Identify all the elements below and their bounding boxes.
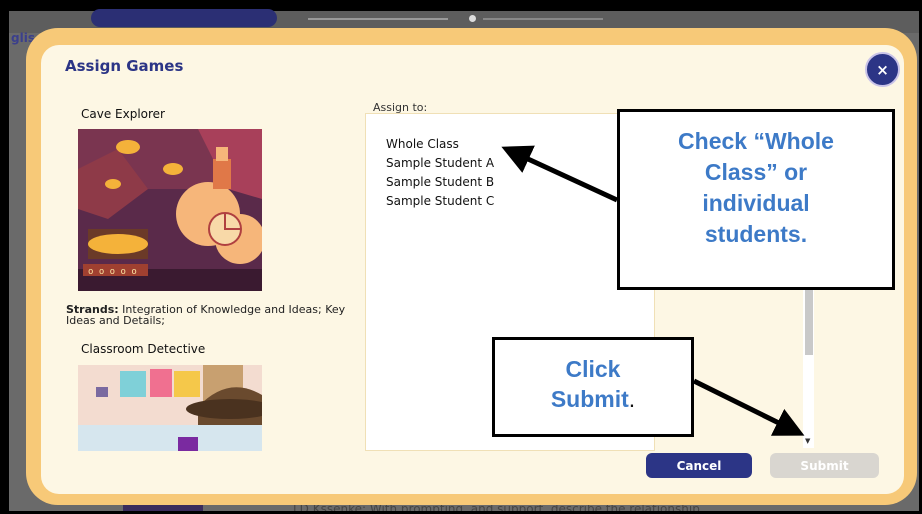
background-divider (308, 18, 448, 20)
background-nav-pill (91, 9, 277, 27)
cave-explorer-art: o o o o o (78, 129, 262, 291)
callout-check-whole-class: Check “Whole Class” or individual studen… (617, 109, 895, 290)
game-title-cave-explorer: Cave Explorer (81, 107, 165, 121)
modal-title: Assign Games (65, 57, 184, 75)
classroom-detective-art (78, 365, 262, 451)
close-icon: × (876, 60, 889, 79)
screenshot-frame: glis LD.Kssenke: With prompting, and sup… (0, 0, 922, 514)
callout-submit-word: Submit (550, 386, 629, 412)
callout-click-submit: Click Submit. (492, 337, 694, 437)
assign-option-student-b[interactable]: Sample Student B (386, 175, 494, 189)
background-divider (483, 18, 603, 20)
callout-line: Class” or (704, 159, 808, 185)
close-button[interactable]: × (865, 52, 900, 87)
cancel-button[interactable]: Cancel (646, 453, 752, 478)
scrollbar-thumb[interactable] (805, 285, 813, 355)
callout-line: students. (704, 221, 808, 247)
assign-option-student-a[interactable]: Sample Student A (386, 156, 494, 170)
scroll-down-icon[interactable]: ▼ (805, 437, 810, 445)
strands-description: Strands: Integration of Knowledge and Id… (66, 304, 361, 326)
svg-text:o o o o o: o o o o o (88, 267, 137, 277)
callout-line-submit: Submit. (495, 384, 691, 414)
callout-line: Check “Whole (678, 128, 834, 154)
assign-option-whole-class[interactable]: Whole Class (386, 137, 459, 151)
callout-period: . (628, 386, 636, 412)
assign-option-student-c[interactable]: Sample Student C (386, 194, 494, 208)
callout-line: Click (565, 356, 621, 382)
classroom-detective-thumbnail[interactable] (78, 365, 262, 451)
cave-explorer-thumbnail[interactable]: o o o o o (78, 129, 262, 291)
callout-line: individual (702, 190, 810, 216)
game-title-classroom-detective: Classroom Detective (81, 342, 206, 356)
submit-button[interactable]: Submit (770, 453, 879, 478)
background-dot (469, 15, 476, 22)
